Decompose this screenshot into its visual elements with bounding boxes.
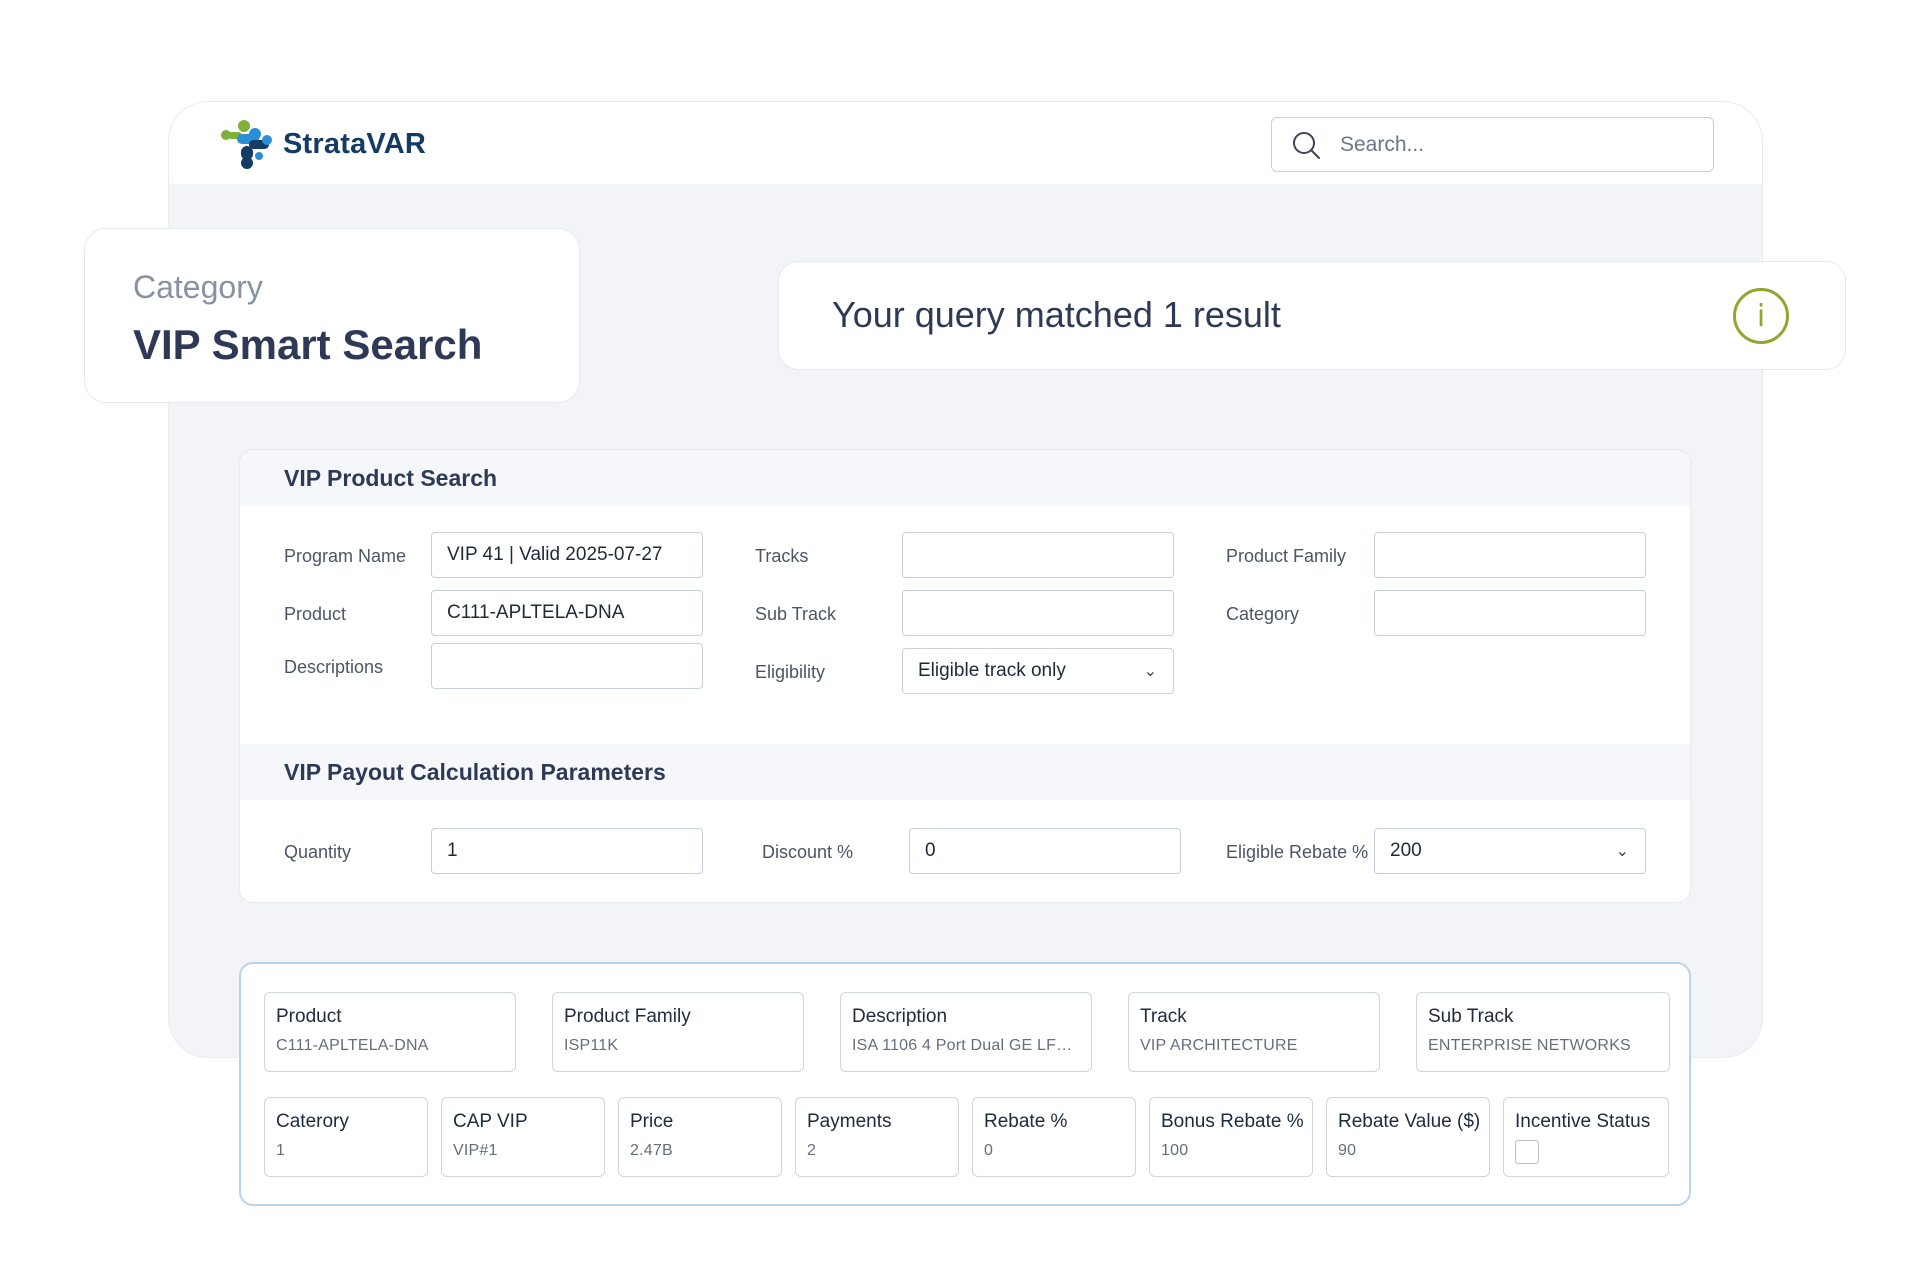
result-count-text: Your query matched 1 result [832, 294, 1281, 335]
top-bar: StrataVAR [169, 102, 1762, 184]
result-label: Incentive Status [1515, 1111, 1651, 1132]
result-value: ISP11K [564, 1037, 619, 1054]
result-label: Rebate % [984, 1111, 1068, 1132]
result-value: 1 [276, 1142, 286, 1159]
category-label: Category [133, 269, 263, 305]
info-icon[interactable]: i [1733, 288, 1789, 344]
result-value: ENTERPRISE NETWORKS [1428, 1037, 1631, 1054]
result-cap-vip[interactable]: CAP VIP VIP#1 [441, 1097, 605, 1177]
tracks-label: Tracks [755, 546, 809, 566]
logo[interactable]: StrataVAR [219, 118, 426, 170]
result-rebate-pct[interactable]: Rebate % 0 [972, 1097, 1136, 1177]
result-label: Product [276, 1006, 342, 1027]
product-input[interactable]: C111-APLTELA-DNA [431, 590, 703, 636]
program-name-input[interactable]: VIP 41 | Valid 2025-07-27 [431, 532, 703, 578]
result-description[interactable]: Description ISA 1106 4 Port Dual GE LFE.… [840, 992, 1092, 1072]
result-label: Sub Track [1428, 1006, 1514, 1027]
result-track[interactable]: Track VIP ARCHITECTURE [1128, 992, 1380, 1072]
search-icon [1293, 131, 1320, 159]
result-payments[interactable]: Payments 2 [795, 1097, 959, 1177]
eligibility-label: Eligibility [755, 662, 826, 682]
result-value: 90 [1338, 1142, 1357, 1159]
result-rebate-value[interactable]: Rebate Value ($) 90 [1326, 1097, 1490, 1177]
result-bonus-rebate-pct[interactable]: Bonus Rebate % 100 [1149, 1097, 1313, 1177]
sub-track-input[interactable] [902, 590, 1174, 636]
descriptions-label: Descriptions [284, 657, 384, 677]
search-input[interactable] [1340, 132, 1680, 157]
eligible-rebate-select[interactable]: 200 ⌄ [1374, 828, 1646, 874]
product-family-label: Product Family [1226, 546, 1347, 566]
brand-name: StrataVAR [283, 127, 427, 160]
sub-track-label: Sub Track [755, 604, 837, 624]
result-label: Description [852, 1006, 948, 1027]
discount-input[interactable]: 0 [909, 828, 1181, 874]
search-form-panel: VIP Product Search Program Name VIP 41 |… [239, 449, 1691, 903]
quantity-label: Quantity [284, 842, 352, 862]
result-label: Track [1140, 1006, 1187, 1027]
chevron-down-icon: ⌄ [1615, 843, 1629, 860]
result-label: Rebate Value ($) [1338, 1111, 1481, 1132]
result-value: 2.47B [630, 1142, 673, 1159]
result-caterory[interactable]: Caterory 1 [264, 1097, 428, 1177]
result-value: 2 [807, 1142, 817, 1159]
result-incentive-status: Incentive Status [1503, 1097, 1669, 1177]
program-name-label: Program Name [284, 546, 407, 566]
eligible-rebate-label: Eligible Rebate % [1226, 842, 1369, 862]
product-family-input[interactable] [1374, 532, 1646, 578]
tracks-input[interactable] [902, 532, 1174, 578]
result-value: C111-APLTELA-DNA [276, 1037, 429, 1054]
result-label: CAP VIP [453, 1111, 528, 1132]
product-search-header: VIP Product Search [240, 450, 1690, 506]
quantity-input[interactable]: 1 [431, 828, 703, 874]
eligibility-value: Eligible track only [918, 660, 1066, 681]
result-value: ISA 1106 4 Port Dual GE LFE... [852, 1037, 1080, 1054]
result-product-family[interactable]: Product Family ISP11K [552, 992, 804, 1072]
result-label: Payments [807, 1111, 892, 1132]
payout-title: VIP Payout Calculation Parameters [284, 759, 666, 785]
result-label: Product Family [564, 1006, 691, 1027]
category-card: Category VIP Smart Search [84, 228, 580, 403]
result-value: VIP#1 [453, 1142, 498, 1159]
result-label: Caterory [276, 1111, 349, 1132]
eligibility-select[interactable]: Eligible track only ⌄ [902, 648, 1174, 694]
incentive-status-checkbox[interactable] [1515, 1140, 1539, 1164]
result-value: VIP ARCHITECTURE [1140, 1037, 1298, 1054]
product-label: Product [284, 604, 347, 624]
payout-header: VIP Payout Calculation Parameters [240, 744, 1690, 800]
result-price[interactable]: Price 2.47B [618, 1097, 782, 1177]
results-panel: Product C111-APLTELA-DNA Product Family … [239, 962, 1691, 1206]
result-banner: Your query matched 1 result i [778, 261, 1846, 370]
category-field-label: Category [1226, 604, 1300, 624]
result-label: Price [630, 1111, 674, 1132]
stratavar-logo-icon [221, 120, 272, 169]
result-sub-track[interactable]: Sub Track ENTERPRISE NETWORKS [1416, 992, 1670, 1072]
discount-label: Discount % [762, 842, 854, 862]
result-value: 100 [1161, 1142, 1189, 1159]
search-box[interactable] [1271, 117, 1714, 172]
descriptions-input[interactable] [431, 643, 703, 689]
result-product[interactable]: Product C111-APLTELA-DNA [264, 992, 516, 1072]
result-value: 0 [984, 1142, 994, 1159]
category-title: VIP Smart Search [133, 321, 483, 368]
result-label: Bonus Rebate % [1161, 1111, 1304, 1132]
eligible-rebate-value: 200 [1390, 840, 1422, 861]
category-input[interactable] [1374, 590, 1646, 636]
chevron-down-icon: ⌄ [1143, 663, 1157, 680]
product-search-title: VIP Product Search [284, 465, 498, 491]
